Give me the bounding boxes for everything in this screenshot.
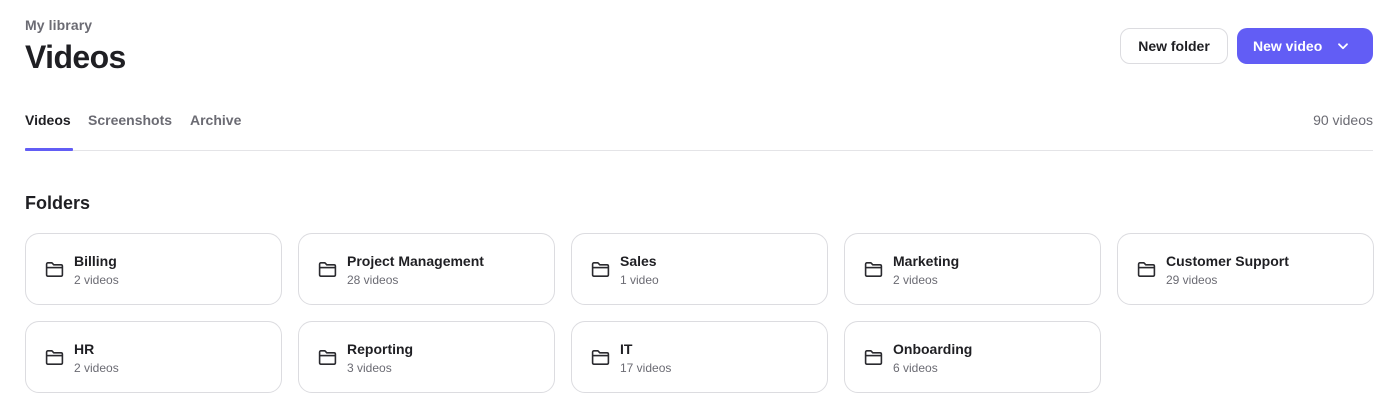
folder-text: HR 2 videos: [74, 340, 119, 375]
folder-text: Customer Support 29 videos: [1166, 252, 1289, 287]
new-folder-button[interactable]: New folder: [1120, 28, 1228, 64]
folder-video-count: 2 videos: [74, 360, 119, 375]
folder-text: Reporting 3 videos: [347, 340, 413, 375]
folder-name: Billing: [74, 252, 117, 269]
folder-video-count: 2 videos: [74, 272, 119, 287]
folder-icon: [863, 347, 883, 367]
folders-heading: Folders: [25, 193, 91, 213]
folder-video-count: 17 videos: [620, 360, 672, 375]
folder-name: Reporting: [347, 340, 414, 357]
folder-video-count: 28 videos: [347, 272, 399, 287]
folder-video-count: 6 videos: [893, 360, 938, 375]
folder-name: Marketing: [893, 252, 960, 269]
new-video-button[interactable]: New video: [1237, 28, 1373, 64]
folder-card-project-management[interactable]: Project Management 28 videos: [298, 233, 555, 305]
folder-icon: [863, 259, 883, 279]
folder-name: Customer Support: [1166, 252, 1289, 269]
page-header: My library Videos: [25, 17, 126, 76]
folder-name: Project Management: [347, 252, 484, 269]
folder-video-count: 1 video: [620, 272, 659, 287]
folder-card-marketing[interactable]: Marketing 2 videos: [844, 233, 1101, 305]
folder-icon: [44, 259, 64, 279]
folder-name: Onboarding: [893, 340, 973, 357]
folder-text: Billing 2 videos: [74, 252, 119, 287]
folder-text: Project Management 28 videos: [347, 252, 484, 287]
folder-card-customer-support[interactable]: Customer Support 29 videos: [1117, 233, 1374, 305]
folder-card-sales[interactable]: Sales 1 video: [571, 233, 828, 305]
folder-text: IT 17 videos: [620, 340, 671, 375]
folder-card-hr[interactable]: HR 2 videos: [25, 321, 282, 393]
folder-name: HR: [74, 340, 95, 357]
chevron-down-icon: [1336, 39, 1350, 53]
tab-archive[interactable]: Archive: [190, 112, 241, 128]
folder-icon: [1136, 259, 1156, 279]
folder-icon: [590, 259, 610, 279]
folder-card-billing[interactable]: Billing 2 videos: [25, 233, 282, 305]
folder-video-count: 2 videos: [893, 272, 938, 287]
breadcrumb[interactable]: My library: [25, 17, 126, 33]
folder-name: IT: [620, 340, 633, 357]
folder-text: Marketing 2 videos: [893, 252, 959, 287]
folder-text: Sales 1 video: [620, 252, 659, 287]
tab-videos[interactable]: Videos: [25, 112, 71, 128]
folder-icon: [317, 347, 337, 367]
new-video-label: New video: [1253, 38, 1323, 54]
header-actions: New folder New video: [1120, 28, 1373, 64]
tab-screenshots[interactable]: Screenshots: [88, 112, 172, 128]
video-count: 90 videos: [1313, 112, 1373, 128]
folder-icon: [590, 347, 610, 367]
folder-grid: Billing 2 videos Project Management 28 vide…: [25, 233, 1374, 393]
folder-icon: [317, 259, 337, 279]
tab-bar: Videos Screenshots Archive 90 videos: [25, 104, 1373, 151]
folder-card-reporting[interactable]: Reporting 3 videos: [298, 321, 555, 393]
folder-text: Onboarding 6 videos: [893, 340, 972, 375]
page-title: Videos: [25, 39, 126, 75]
folder-icon: [44, 347, 64, 367]
folder-name: Sales: [620, 252, 657, 269]
folder-card-onboarding[interactable]: Onboarding 6 videos: [844, 321, 1101, 393]
active-tab-indicator: [25, 148, 73, 151]
folder-video-count: 29 videos: [1166, 272, 1218, 287]
folder-video-count: 3 videos: [347, 360, 392, 375]
folder-card-it[interactable]: IT 17 videos: [571, 321, 828, 393]
